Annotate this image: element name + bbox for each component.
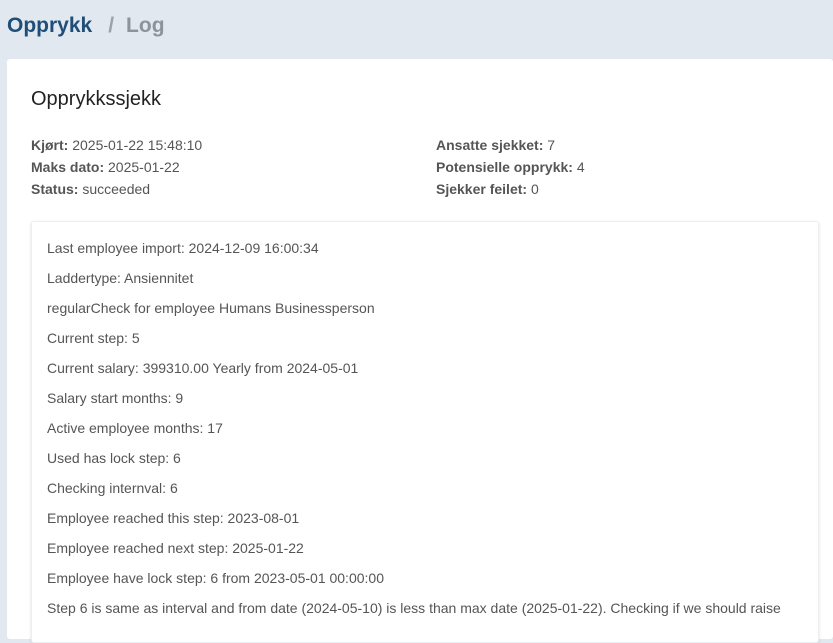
log-line: Current step: 5	[47, 330, 140, 346]
summary-sjekker-feilet: Sjekker feilet: 0	[436, 178, 585, 200]
breadcrumb-link-opprykk[interactable]: Opprykk	[7, 14, 92, 38]
log-line: Last employee import: 2024-12-09 16:00:3…	[47, 240, 319, 256]
log-line: Employee reached this step: 2023-08-01	[47, 510, 300, 526]
summary-kjort: Kjørt: 2025-01-22 15:48:10	[31, 134, 202, 156]
log-line: Laddertype: Ansiennitet	[47, 270, 194, 286]
log-line: Checking internval: 6	[47, 480, 178, 496]
summary-right: Ansatte sjekket: 7 Potensielle opprykk: …	[436, 134, 585, 200]
summary-label: Status:	[31, 181, 79, 197]
log-line: regularCheck for employee Humans Busines…	[47, 300, 375, 316]
breadcrumb-current-log: Log	[126, 14, 165, 37]
log-line: Step 6 is same as interval and from date…	[47, 600, 781, 616]
summary-left: Kjørt: 2025-01-22 15:48:10 Maks dato: 20…	[31, 134, 202, 200]
summary-value: 0	[530, 181, 539, 197]
summary-ansatte-sjekket: Ansatte sjekket: 7	[436, 134, 585, 156]
log-line: Current salary: 399310.00 Yearly from 20…	[47, 360, 359, 376]
check-card: Opprykkssjekk Kjørt: 2025-01-22 15:48:10…	[7, 59, 833, 643]
log-line: Employee reached next step: 2025-01-22	[47, 540, 304, 556]
page-title: Opprykkssjekk	[31, 88, 162, 110]
summary-value: 2025-01-22 15:48:10	[72, 137, 203, 153]
log-panel[interactable]: Last employee import: 2024-12-09 16:00:3…	[31, 221, 819, 643]
summary-value: 2025-01-22	[108, 159, 180, 175]
summary-label: Sjekker feilet:	[436, 181, 528, 197]
log-lines: Last employee import: 2024-12-09 16:00:3…	[47, 239, 817, 629]
summary-label: Ansatte sjekket:	[436, 137, 544, 153]
breadcrumb: Opprykk / Log	[7, 14, 165, 38]
log-line: Employee have lock step: 6 from 2023-05-…	[47, 570, 384, 586]
summary-value: 4	[576, 159, 585, 175]
summary-potensielle-opprykk: Potensielle opprykk: 4	[436, 156, 585, 178]
summary-label: Kjørt:	[31, 137, 69, 153]
log-line: Used has lock step: 6	[47, 450, 181, 466]
summary-label: Maks dato:	[31, 159, 105, 175]
summary-maks-dato: Maks dato: 2025-01-22	[31, 156, 202, 178]
summary-label: Potensielle opprykk:	[436, 159, 573, 175]
log-line: Active employee months: 17	[47, 420, 223, 436]
breadcrumb-separator: /	[108, 14, 115, 37]
log-line: Salary start months: 9	[47, 390, 184, 406]
summary-value: succeeded	[82, 181, 151, 197]
summary-value: 7	[547, 137, 556, 153]
summary-status: Status: succeeded	[31, 178, 202, 200]
